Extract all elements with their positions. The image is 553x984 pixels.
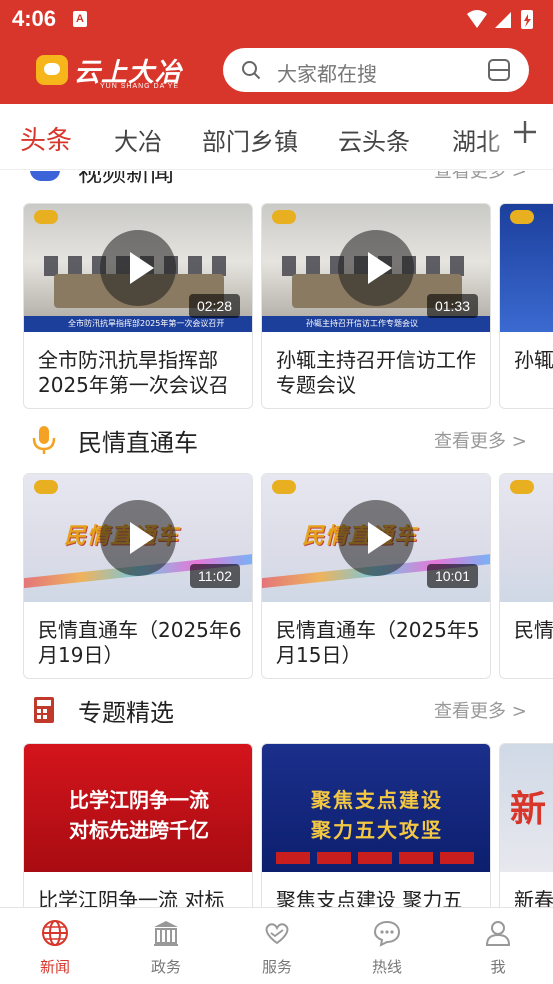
play-icon[interactable] <box>338 500 414 576</box>
tv-station-logo <box>272 210 296 224</box>
video-title: 民情5月1 <box>514 618 553 642</box>
video-card[interactable]: 民情直通车 10:01 民情直通车（2025年5月15日） <box>261 473 491 679</box>
globe-icon <box>42 920 68 946</box>
search-input[interactable]: 大家都在搜 <box>277 58 377 87</box>
tab-yun-toutiao[interactable]: 云头条 <box>338 122 410 157</box>
video-duration: 10:01 <box>426 564 478 588</box>
video-title: 民情直通车（2025年6月19日） <box>38 618 242 667</box>
topic-thumbnail: 比学江阴争一流 对标先进跨千亿 <box>24 744 252 872</box>
tv-station-logo <box>510 480 534 494</box>
tv-station-logo <box>272 480 296 494</box>
microphone-icon <box>32 426 56 454</box>
search-icon <box>242 61 261 80</box>
heart-hands-icon <box>265 923 289 945</box>
nav-me[interactable]: 我 <box>458 918 538 977</box>
tv-station-logo <box>510 210 534 224</box>
thumbnail-banner-text: 对标先进跨千亿 <box>69 818 209 842</box>
system-status-icons <box>467 10 533 29</box>
plus-icon[interactable] <box>511 118 539 146</box>
play-icon[interactable] <box>338 230 414 306</box>
video-thumbnail: 全市防汛抗旱指挥部2025年第一次会议召开 02:28 <box>24 204 252 332</box>
topic-card[interactable]: 比学江阴争一流 对标先进跨千亿 比学江阴争一流 对标 <box>23 743 253 907</box>
video-news-icon <box>30 171 60 181</box>
topic-title: 比学江阴争一流 对标 <box>38 888 225 907</box>
topic-card[interactable]: 新 新春 <box>499 743 553 907</box>
video-card[interactable]: 全市防汛抗旱指挥部2025年第一次会议召开 02:28 全市防汛抗旱指挥部202… <box>23 203 253 409</box>
search-bar[interactable]: 大家都在搜 <box>223 48 529 92</box>
video-thumbnail: 民情直通车 11:02 <box>24 474 252 602</box>
play-icon[interactable] <box>100 500 176 576</box>
play-icon[interactable] <box>100 230 176 306</box>
person-icon <box>485 921 511 946</box>
video-card[interactable]: 孙辄访 <box>499 203 553 409</box>
video-caption: 全市防汛抗旱指挥部2025年第一次会议召开 <box>68 319 225 328</box>
nav-label: 政务 <box>150 958 181 976</box>
status-time: 4:06 <box>12 6 57 31</box>
nav-services[interactable]: 服务 <box>237 918 317 977</box>
nav-label: 新闻 <box>39 958 70 976</box>
app-header: 云上大冶 YUN SHANG DA YE 大家都在搜 <box>0 38 553 104</box>
video-news-more-link[interactable]: 查看更多 > <box>434 171 527 183</box>
tab-departments[interactable]: 部门乡镇 <box>202 122 298 157</box>
nav-label: 热线 <box>371 958 402 976</box>
video-thumbnail <box>500 474 553 602</box>
topic-thumbnail: 聚焦支点建设 聚力五大攻坚 <box>262 744 490 872</box>
nav-government[interactable]: 政务 <box>126 918 206 977</box>
nav-label: 服务 <box>261 958 292 976</box>
tv-station-logo <box>34 480 58 494</box>
app-logo-subtext: YUN SHANG DA YE <box>100 83 180 90</box>
tab-toutiao[interactable]: 头条 <box>20 120 72 157</box>
calculator-icon <box>34 697 54 723</box>
feed-content[interactable]: 视频新闻 查看更多 > 全市防汛抗旱指挥部2025年第一次会议召开 02:28 … <box>0 171 553 907</box>
building-icon <box>154 921 178 946</box>
video-duration: 02:28 <box>188 294 240 318</box>
tab-daye[interactable]: 大冶 <box>114 122 162 157</box>
nav-news[interactable]: 新闻 <box>15 918 95 977</box>
topic-card[interactable]: 聚焦支点建设 聚力五大攻坚 聚焦支点建设 聚力五 <box>261 743 491 907</box>
thumbnail-banner-text: 聚焦支点建设 <box>311 788 443 812</box>
bottom-navigation: 新闻 政务 服务 热线 我 <box>0 907 553 984</box>
nav-label: 我 <box>490 958 506 976</box>
video-duration: 01:33 <box>426 294 478 318</box>
video-title: 孙辄主持召开信访工作专题会议 <box>276 348 476 397</box>
topic-title: 聚焦支点建设 聚力五 <box>276 888 463 907</box>
scan-icon[interactable] <box>487 58 511 82</box>
notification-icon: A <box>73 11 87 27</box>
video-card[interactable]: 民情直通车 11:02 民情直通车（2025年6月19日） <box>23 473 253 679</box>
video-caption: 孙辄主持召开信访工作专题会议 <box>306 319 418 328</box>
nav-hotline[interactable]: 热线 <box>347 918 427 977</box>
thumbnail-banner-text: 聚力五大攻坚 <box>311 818 443 842</box>
video-card[interactable]: 孙辄主持召开信访工作专题会议 01:33 孙辄主持召开信访工作专题会议 <box>261 203 491 409</box>
section-header-topics: 专题精选 查看更多 > <box>0 691 553 731</box>
topic-thumbnail: 新 <box>500 744 553 872</box>
video-title: 全市防汛抗旱指挥部2025年第一次会议召 <box>38 348 229 397</box>
video-duration: 11:02 <box>190 564 240 588</box>
video-thumbnail <box>500 204 553 332</box>
thumbnail-banner-text: 比学江阴争一流 <box>69 788 209 812</box>
topic-title: 新春 <box>514 888 553 907</box>
video-card[interactable]: 民情5月1 <box>499 473 553 679</box>
video-title: 孙辄访 <box>514 348 553 372</box>
tv-station-logo <box>34 210 58 224</box>
section-title-topics: 专题精选 <box>78 699 174 727</box>
video-title: 民情直通车（2025年5月15日） <box>276 618 480 667</box>
video-thumbnail: 民情直通车 10:01 <box>262 474 490 602</box>
video-thumbnail: 孙辄主持召开信访工作专题会议 01:33 <box>262 204 490 332</box>
chat-bubble-icon <box>373 920 401 947</box>
minqing-more-link[interactable]: 查看更多 > <box>434 427 527 453</box>
section-title-minqing: 民情直通车 <box>78 429 198 457</box>
section-header-minqing: 民情直通车 查看更多 > <box>0 421 553 461</box>
channel-tabs: 头条 大冶 部门乡镇 云头条 湖北 <box>0 104 553 170</box>
thumbnail-banner-text: 新 <box>510 789 547 830</box>
status-bar: 4:06 A <box>0 0 553 38</box>
section-title-video-news: 视频新闻 <box>78 171 174 187</box>
topics-more-link[interactable]: 查看更多 > <box>434 697 527 723</box>
app-logo-icon <box>36 55 68 85</box>
